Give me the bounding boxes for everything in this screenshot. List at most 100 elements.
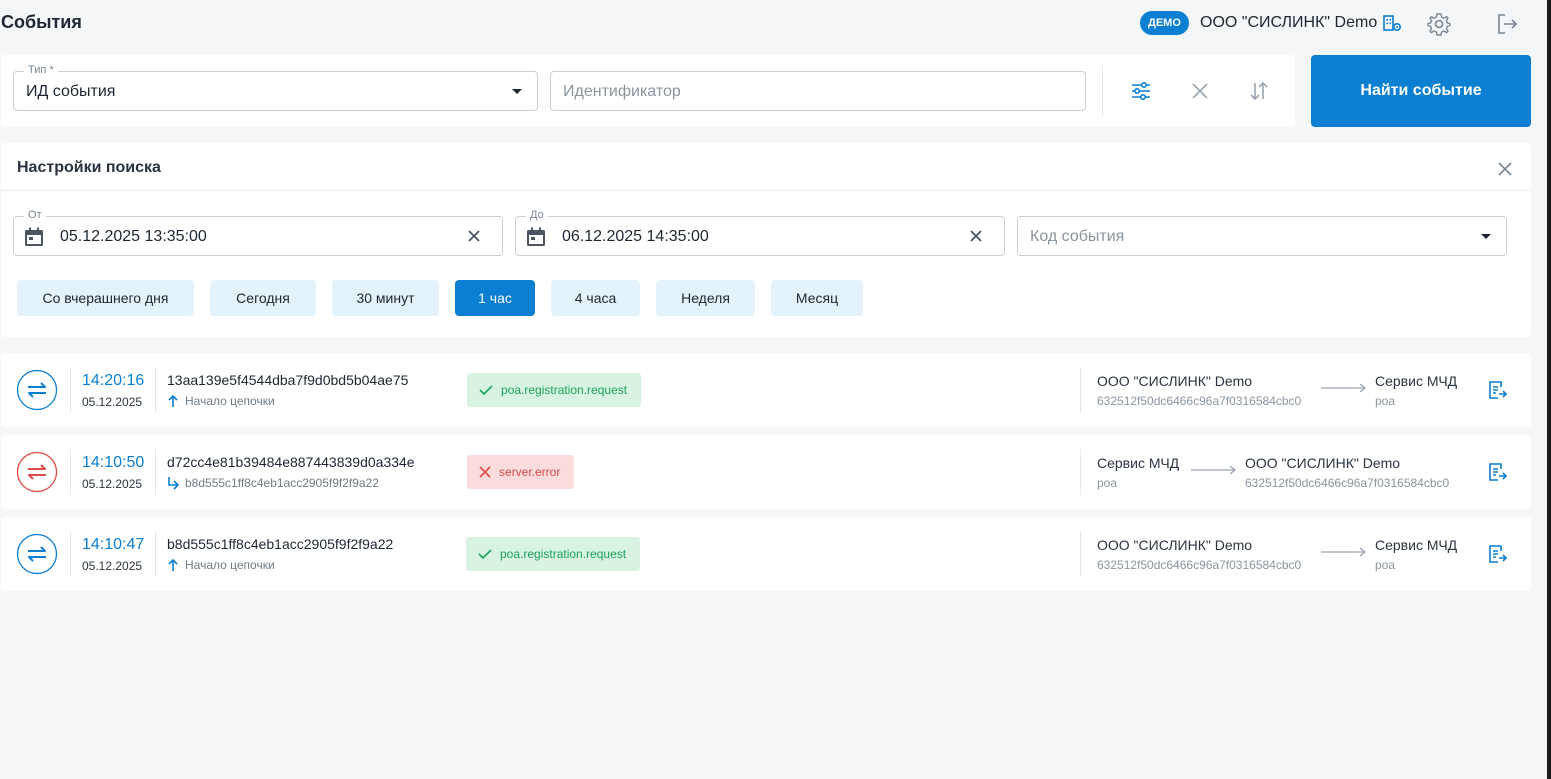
long-arrow-right-icon [1191,465,1237,475]
event-row[interactable]: 14:20:16 05.12.2025 13aa139e5f4544dba7f9… [1,353,1531,427]
sender-id: 632512f50dc6466c96a7f0316584cbc0 [1097,394,1302,408]
event-chain: Начало цепочки [167,394,275,408]
event-id[interactable]: 13aa139e5f4544dba7f9d0bd5b04ae75 [167,372,408,388]
window-edge [1547,0,1551,779]
check-icon [478,549,492,560]
event-type-tag: poa.registration.request [467,373,642,407]
event-chain-label: b8d555c1ff8c4eb1acc2905f9f2f9a22 [185,476,379,490]
long-arrow-right-icon [1321,547,1367,557]
divider [70,531,71,577]
event-chain[interactable]: b8d555c1ff8c4eb1acc2905f9f2f9a22 [167,476,379,490]
exchange-arrows-icon [16,451,58,493]
event-date: 05.12.2025 [82,559,143,573]
document-export-icon[interactable] [1486,543,1508,565]
divider [155,531,156,577]
event-time: 14:20:16 [82,372,145,389]
divider [1080,367,1081,413]
event-type-tag: poa.registration.request [466,537,641,571]
sender-id: poa [1097,476,1118,490]
event-chain-label: Начало цепочки [185,558,275,572]
preset-4-hours[interactable]: 4 часа [551,280,640,316]
calendar-icon[interactable] [525,226,547,248]
close-icon [479,466,491,478]
type-select[interactable]: Тип * ИД события [13,64,538,111]
preset-1-hour[interactable]: 1 час [455,280,535,316]
event-row[interactable]: 14:10:50 05.12.2025 d72cc4e81b39484e8874… [1,435,1531,509]
exchange-arrows-icon [16,533,58,575]
preset-since-yesterday[interactable]: Со вчерашнего дня [17,280,194,316]
clear-date-to-icon[interactable] [967,227,985,245]
sender-name: Сервис МЧД [1097,455,1180,471]
divider [155,449,156,495]
date-to-value: 06.12.2025 14:35:00 [562,228,709,245]
sender-name: ООО "СИСЛИНК" Demo [1097,537,1253,553]
identifier-input[interactable]: Идентификатор [550,71,1086,111]
event-row[interactable]: 14:10:47 05.12.2025 b8d555c1ff8c4eb1acc2… [1,517,1531,591]
event-time: 14:10:47 [82,536,145,553]
type-select-label: Тип * [24,64,58,76]
receiver-id: poa [1375,558,1396,572]
divider [155,367,156,413]
identifier-placeholder: Идентификатор [563,83,681,100]
exchange-arrows-icon [16,369,58,411]
reply-arrow-icon [168,477,179,490]
receiver-name: Сервис МЧД [1375,537,1458,553]
event-id[interactable]: d72cc4e81b39484e887443839d0a334e [167,454,415,470]
event-time: 14:10:50 [82,454,145,471]
event-date: 05.12.2025 [82,395,143,409]
preset-week[interactable]: Неделя [656,280,755,316]
receiver-name: Сервис МЧД [1375,373,1458,389]
sender-name: ООО "СИСЛИНК" Demo [1097,373,1253,389]
divider [1080,531,1081,577]
date-to-field[interactable]: До 06.12.2025 14:35:00 [515,209,1005,256]
document-export-icon[interactable] [1486,379,1508,401]
date-to-label: До [526,209,548,221]
chevron-down-icon [1481,234,1491,239]
date-from-field[interactable]: От 05.12.2025 13:35:00 [13,209,503,256]
event-code-select[interactable]: Код события [1017,216,1507,256]
settings-title: Настройки поиска [17,159,161,176]
logout-icon[interactable] [1494,11,1520,37]
event-date: 05.12.2025 [82,477,143,491]
find-event-button[interactable]: Найти событие [1311,55,1531,127]
calendar-icon[interactable] [23,226,45,248]
event-code-placeholder: Код события [1030,228,1125,245]
preset-month[interactable]: Месяц [771,280,863,316]
event-type-label: poa.registration.request [500,547,627,561]
event-type-tag: server.error [467,455,575,489]
header: События ДЕМО ООО "СИСЛИНК" Demo [0,0,1545,46]
sender-id: 632512f50dc6466c96a7f0316584cbc0 [1097,558,1302,572]
organization-settings-icon[interactable] [1382,13,1402,33]
divider [70,449,71,495]
search-bar: Тип * ИД события Идентификатор [1,55,1295,127]
event-id[interactable]: b8d555c1ff8c4eb1acc2905f9f2f9a22 [167,536,393,552]
long-arrow-right-icon [1321,383,1367,393]
receiver-id: poa [1375,394,1396,408]
date-from-value: 05.12.2025 13:35:00 [60,228,207,245]
clear-icon[interactable] [1188,79,1212,103]
check-icon [479,385,493,396]
chevron-down-icon [512,89,522,94]
preset-today[interactable]: Сегодня [210,280,316,316]
close-icon[interactable] [1495,159,1515,179]
receiver-name: ООО "СИСЛИНК" Demo [1245,455,1401,471]
divider [70,367,71,413]
organization-name: ООО "СИСЛИНК" Demo [1200,14,1378,31]
receiver-id: 632512f50dc6466c96a7f0316584cbc0 [1245,476,1450,490]
clear-date-from-icon[interactable] [465,227,483,245]
event-type-label: server.error [499,465,561,479]
demo-badge: ДЕМО [1140,11,1189,35]
type-select-value: ИД события [26,83,116,100]
event-chain: Начало цепочки [167,558,275,572]
filter-settings-icon[interactable] [1129,79,1153,103]
divider [1080,449,1081,495]
divider [1,190,1531,191]
sort-icon[interactable] [1247,79,1271,103]
event-type-label: poa.registration.request [501,383,628,397]
toolbar-divider [1102,65,1103,117]
preset-30-minutes[interactable]: 30 минут [332,280,439,316]
gear-icon[interactable] [1426,11,1452,37]
document-export-icon[interactable] [1486,461,1508,483]
page-title: События [1,12,82,32]
search-settings-panel: Настройки поиска От 05.12.2025 13:35:00 … [1,143,1531,337]
